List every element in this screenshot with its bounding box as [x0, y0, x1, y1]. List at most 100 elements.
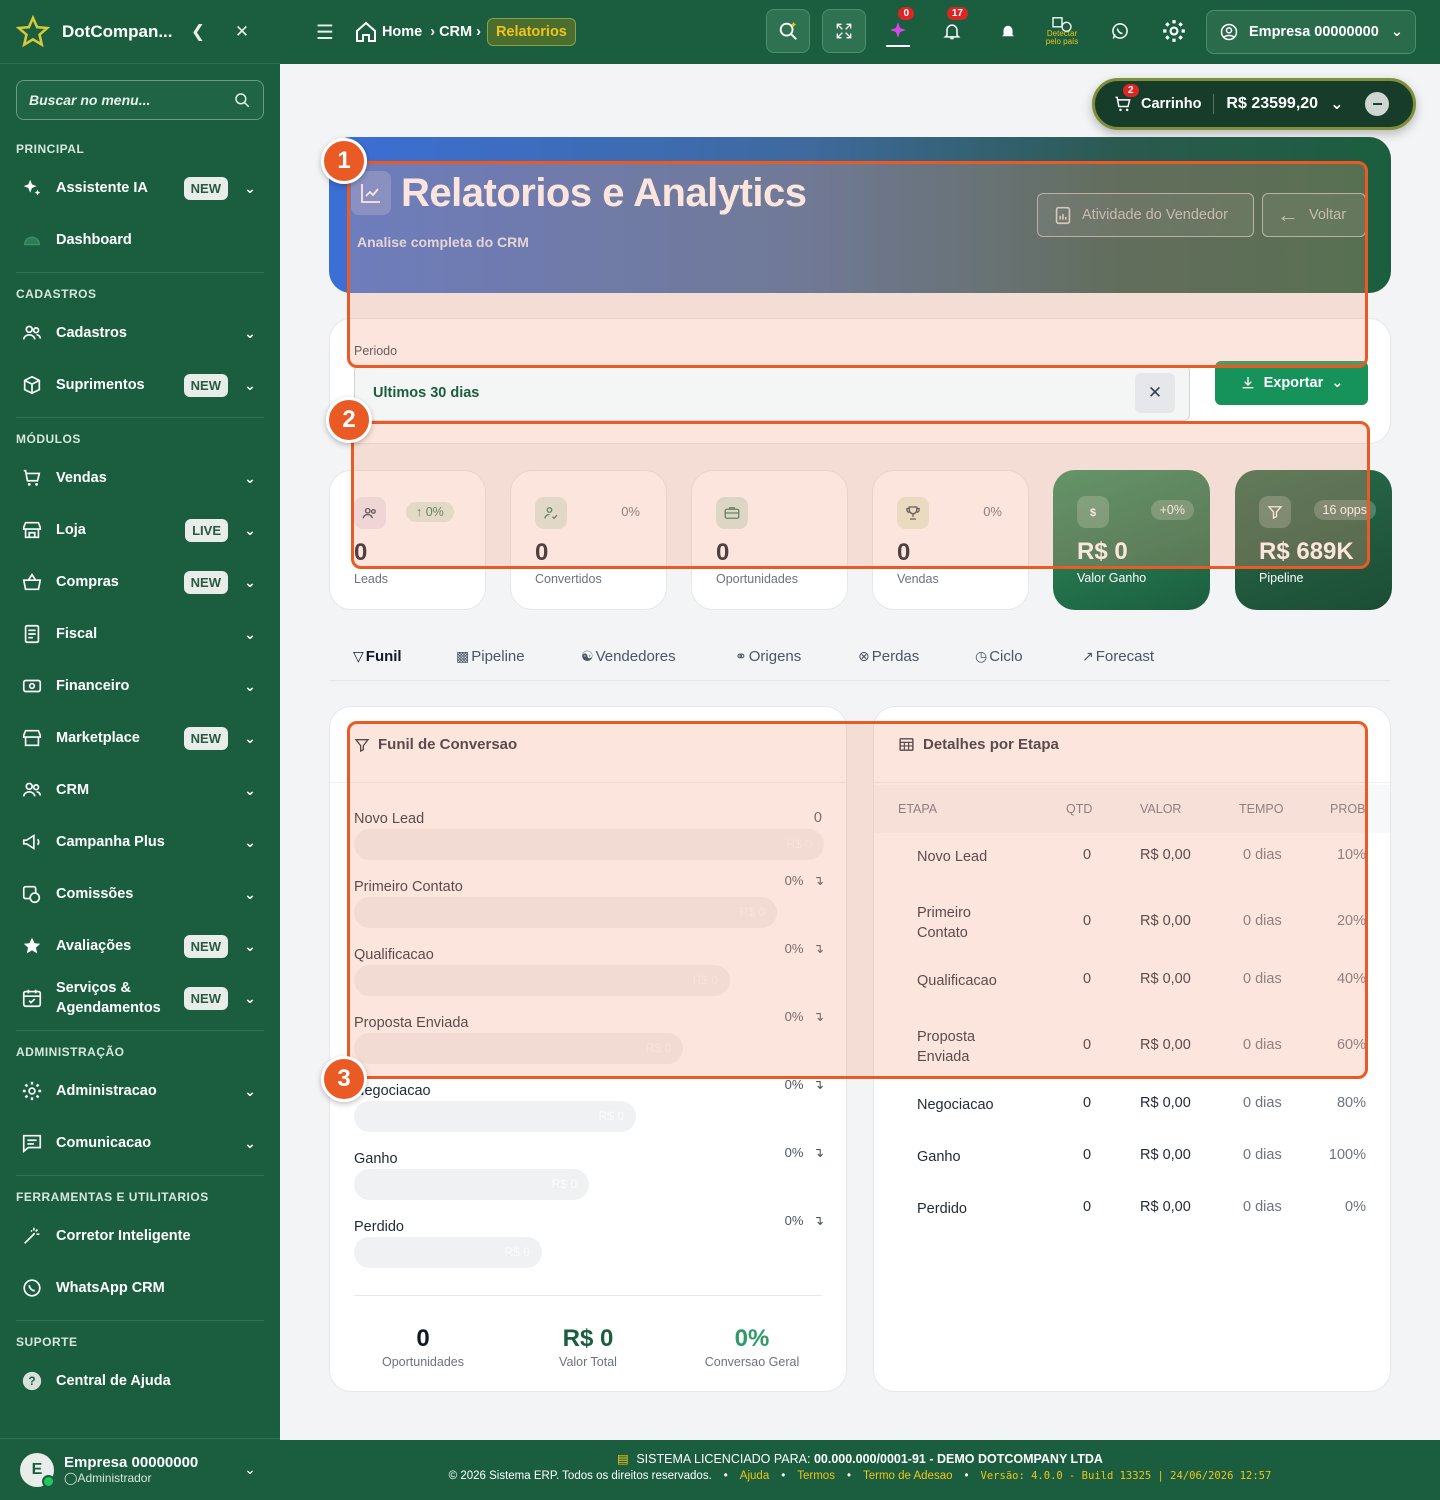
tab-forecast[interactable]: ↗ Forecast: [1082, 648, 1154, 665]
kpi-card-valor-ganho[interactable]: $ +0% R$ 0 Valor Ganho: [1053, 470, 1210, 610]
home-icon[interactable]: [354, 20, 378, 44]
filter-icon: [354, 738, 370, 752]
stage-name: Proposta Enviada: [354, 1015, 469, 1031]
clear-period-button[interactable]: ✕: [1135, 373, 1175, 413]
notifications-button[interactable]: 17: [930, 7, 974, 53]
alerts-button[interactable]: [986, 9, 1030, 53]
breadcrumb-crm[interactable]: CRM: [439, 24, 472, 40]
sidebar-item-cadastros[interactable]: Cadastros ⌄: [0, 307, 280, 359]
sidebar-item-crm[interactable]: CRM ⌄: [0, 764, 280, 816]
sidebar-item-comunicacao[interactable]: Comunicacao ⌄: [0, 1117, 280, 1169]
kpi-card-convertidos[interactable]: 0% 0 Convertidos: [510, 470, 667, 610]
company-selector[interactable]: Empresa 00000000 ⌄: [1206, 10, 1416, 54]
minimize-cart-button[interactable]: −: [1365, 92, 1390, 116]
back-button[interactable]: ← Voltar: [1262, 193, 1366, 237]
chevron-down-icon[interactable]: ⌄: [240, 990, 260, 1007]
footer-link-terms[interactable]: Termos: [797, 1470, 835, 1482]
collapse-sidebar-icon[interactable]: ❮: [183, 22, 213, 42]
sidebar-user[interactable]: E Empresa 00000000 ◯Administrador ⌄: [0, 1438, 280, 1500]
sidebar-item-label: Compras: [56, 574, 119, 590]
chevron-down-icon[interactable]: ⌄: [240, 1083, 260, 1100]
chevron-down-icon[interactable]: ⌄: [240, 470, 260, 487]
sidebar-item-compras[interactable]: Compras NEW ⌄: [0, 556, 280, 608]
chevron-down-icon[interactable]: ⌄: [240, 574, 260, 591]
tab-perdas[interactable]: ⊗ Perdas: [858, 648, 919, 665]
kpi-card-oportunidades[interactable]: 0 Oportunidades: [691, 470, 848, 610]
stage-name: Novo Lead: [354, 811, 425, 827]
sidebar-item-label: Financeiro: [56, 678, 130, 694]
summary-value: R$ 0: [562, 1325, 614, 1352]
sidebar-item-label: Serviços & Agendamentos: [56, 980, 161, 1016]
sidebar-item-administracao[interactable]: Administracao ⌄: [0, 1065, 280, 1117]
chevron-down-icon[interactable]: ⌄: [240, 938, 260, 955]
chevron-down-icon[interactable]: ⌄: [240, 886, 260, 903]
kpi-card-leads[interactable]: ↑ 0% 0 Leads: [329, 470, 486, 610]
sidebar-item-loja[interactable]: Loja LIVE ⌄: [0, 504, 280, 556]
sidebar-item-avaliacoes[interactable]: Avaliações NEW ⌄: [0, 920, 280, 972]
breadcrumb-home[interactable]: Home: [382, 24, 422, 40]
chevron-down-icon[interactable]: ⌄: [240, 377, 260, 394]
cell-prob: 0%: [1345, 1199, 1366, 1215]
menu-icon[interactable]: ☰: [316, 20, 334, 45]
chevron-down-icon[interactable]: ⌄: [240, 834, 260, 851]
footer-link-adhesion[interactable]: Termo de Adesao: [863, 1470, 953, 1482]
sidebar-item-vendas[interactable]: Vendas ⌄: [0, 452, 280, 504]
settings-button[interactable]: [1152, 9, 1196, 53]
page-subtitle: Analise completa do CRM: [357, 234, 529, 250]
menu-search-input[interactable]: Buscar no menu...: [16, 80, 264, 120]
tab-vendedores[interactable]: ☯ Vendedores: [581, 648, 676, 665]
sidebar-item-comissoes[interactable]: Comissões ⌄: [0, 868, 280, 920]
sidebar-item-label: Assistente IA: [56, 180, 148, 196]
whatsapp-button[interactable]: [1098, 9, 1142, 53]
sidebar-item-suprimentos[interactable]: Suprimentos NEW ⌄: [0, 359, 280, 411]
page-title: Relatorios e Analytics: [401, 171, 807, 215]
sidebar-badge: NEW: [183, 986, 228, 1010]
footer-link-help[interactable]: Ajuda: [740, 1470, 769, 1482]
details-title: Detalhes por Etapa: [923, 736, 1059, 753]
export-button[interactable]: Exportar ⌄: [1215, 361, 1368, 405]
chevron-down-icon[interactable]: ⌄: [240, 522, 260, 539]
kpi-value: 0: [897, 539, 911, 566]
chevron-down-icon[interactable]: ⌄: [240, 325, 260, 342]
sidebar-item-campanha-plus[interactable]: Campanha Plus ⌄: [0, 816, 280, 868]
sidebar-item-assistente-ia[interactable]: Assistente IA NEW ⌄: [0, 162, 280, 214]
chevron-down-icon[interactable]: ⌄: [240, 626, 260, 643]
tab-origens[interactable]: ⚭ Origens: [735, 648, 801, 665]
chevron-down-icon[interactable]: ⌄: [240, 678, 260, 695]
chevron-down-icon[interactable]: ⌄: [240, 1461, 260, 1478]
chevron-down-icon[interactable]: ⌄: [240, 180, 260, 197]
chevron-down-icon[interactable]: ⌄: [240, 730, 260, 747]
chevron-down-icon[interactable]: ⌄: [1330, 94, 1343, 114]
fullscreen-button[interactable]: [822, 9, 866, 53]
sidebar-item-label: Avaliações: [56, 938, 132, 954]
sidebar-badge: NEW: [183, 934, 228, 958]
sidebar-item-fiscal[interactable]: Fiscal ⌄: [0, 608, 280, 660]
kpi-card-pipeline[interactable]: 16 opps R$ 689K Pipeline: [1235, 470, 1392, 610]
geo-detect-button[interactable]: Detectar pelo país: [1040, 9, 1084, 53]
sidebar-item-financeiro[interactable]: Financeiro ⌄: [0, 660, 280, 712]
kpi-value: R$ 689K: [1259, 538, 1354, 565]
sidebar-item-central-de-ajuda[interactable]: ? Central de Ajuda: [0, 1355, 280, 1407]
seller-activity-button[interactable]: Atividade do Vendedor: [1037, 193, 1254, 237]
gear-icon: [1163, 20, 1185, 42]
company-name: Empresa 00000000: [1249, 24, 1379, 40]
kpi-label: Pipeline: [1259, 571, 1304, 585]
ai-button[interactable]: 0: [876, 7, 920, 53]
search-button[interactable]: [766, 9, 810, 53]
table-icon: [899, 738, 914, 751]
close-icon[interactable]: ✕: [227, 22, 257, 42]
sidebar-item-corretor-inteligente[interactable]: Corretor Inteligente: [0, 1210, 280, 1262]
tab-funil[interactable]: ▽ Funil: [353, 648, 402, 665]
funnel-bar: R$ 0: [354, 965, 730, 996]
tab-ciclo[interactable]: ◷ Ciclo: [975, 648, 1023, 665]
sidebar-item-whatsapp-crm[interactable]: WhatsApp CRM: [0, 1262, 280, 1314]
sidebar-item-dashboard[interactable]: Dashboard: [0, 214, 280, 266]
period-select[interactable]: Ultimos 30 dias ✕: [354, 365, 1190, 421]
kpi-card-vendas[interactable]: 0% 0 Vendas: [872, 470, 1029, 610]
tab-pipeline[interactable]: ▩ Pipeline: [456, 648, 525, 665]
cart-widget[interactable]: 2 Carrinho R$ 23599,20 ⌄ −: [1092, 78, 1416, 130]
chevron-down-icon[interactable]: ⌄: [240, 782, 260, 799]
chevron-down-icon[interactable]: ⌄: [240, 1135, 260, 1152]
sidebar-item-servicos-agendamentos[interactable]: Serviços & Agendamentos NEW ⌄: [0, 972, 280, 1024]
sidebar-item-marketplace[interactable]: Marketplace NEW ⌄: [0, 712, 280, 764]
